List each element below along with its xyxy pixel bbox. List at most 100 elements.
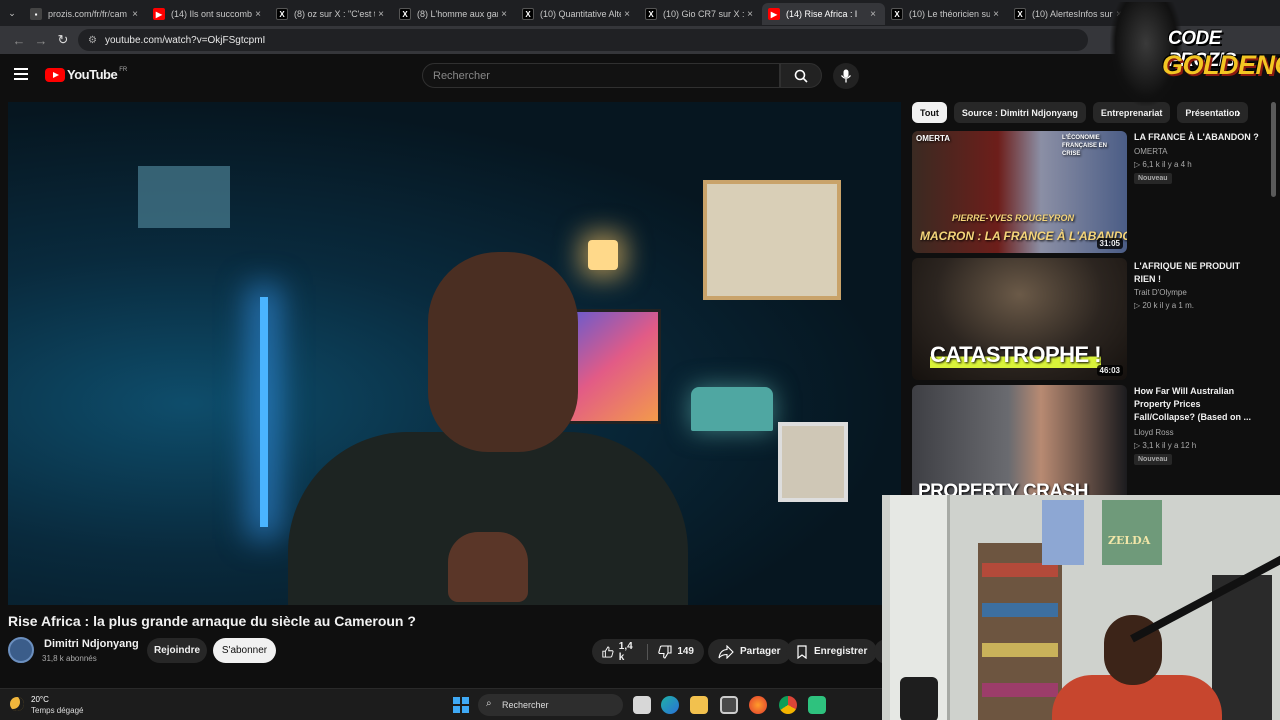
recommendation-item[interactable]: PROPERTY CRASH How Far Will Australian P… <box>912 385 1272 507</box>
close-tab-icon[interactable]: × <box>621 9 633 20</box>
browser-tab-strip: ⌄ ▪ prozis.com/fr/fr/cam × ▶ (14) Ils ont su… <box>0 0 1280 26</box>
webcam-feed: ZELDA <box>882 495 1280 720</box>
browser-tab-label: (10) Le théoricien sur <box>909 9 990 19</box>
close-tab-icon[interactable]: × <box>375 9 387 20</box>
webcam-chair <box>1212 575 1272 720</box>
recommendation-channel[interactable]: Lloyd Ross <box>1134 428 1174 437</box>
recommendation-channel[interactable]: Trait D'Olympe <box>1134 288 1187 297</box>
taskbar-search[interactable]: ⌕ Rechercher <box>478 694 623 716</box>
voice-search-button[interactable] <box>833 63 859 89</box>
address-bar[interactable]: ⚙ youtube.com/watch?v=OkjFSgtcpmI <box>78 29 1088 51</box>
channel-avatar[interactable] <box>8 637 34 663</box>
back-icon[interactable]: ← <box>8 33 30 48</box>
join-button[interactable]: Rejoindre <box>147 638 207 663</box>
video-thumbnail[interactable]: PROPERTY CRASH <box>912 385 1127 507</box>
search-input[interactable]: Rechercher <box>422 63 780 88</box>
browser-tab-label: (8) oz sur X : "C'est te <box>294 9 375 19</box>
thumbnail-text: MACRON : LA FRANCE À L'ABANDON ? <box>920 229 1127 243</box>
recommendation-meta: ▷ 3,1 k il y a 12 h <box>1134 441 1197 450</box>
recommendation-meta: ▷ 20 k il y a 1 m. <box>1134 301 1194 310</box>
windows-start-icon[interactable] <box>453 697 469 713</box>
browser-tab[interactable]: ▶ (14) Ils ont succombé × <box>147 3 270 25</box>
search-button[interactable] <box>780 63 822 88</box>
close-tab-icon[interactable]: × <box>990 9 1002 20</box>
webcam-cup <box>900 677 938 720</box>
filter-chip[interactable]: Tout <box>912 102 947 123</box>
browser-tab-label: (14) Ils ont succombé <box>171 9 252 19</box>
recommendation-meta: ▷ 6,1 k il y a 4 h <box>1134 160 1192 169</box>
browser-tab[interactable]: ▶ (14) Rise Africa : l × <box>762 3 885 25</box>
forward-icon[interactable]: → <box>30 33 52 48</box>
browser-tab-label: (14) Rise Africa : l <box>786 9 858 19</box>
close-tab-icon[interactable]: × <box>867 9 879 20</box>
logo-text: YouTube <box>67 67 118 82</box>
browser-tab[interactable]: X (10) Le théoricien sur × <box>885 3 1008 25</box>
video-frame-presenter-head <box>428 252 578 452</box>
thumbnail-text: CATASTROPHE ! <box>930 342 1102 368</box>
x-logo-icon: X <box>1014 8 1026 20</box>
taskbar-search-label: Rechercher <box>502 700 549 710</box>
browser-tab[interactable]: ▪ prozis.com/fr/fr/cam × <box>24 3 147 25</box>
save-button[interactable]: Enregistrer <box>786 639 878 664</box>
task-view-icon[interactable] <box>633 696 651 714</box>
weather-temperature[interactable]: 20°C <box>31 695 49 704</box>
close-tab-icon[interactable]: × <box>129 9 141 20</box>
browser-tab[interactable]: X (8) oz sur X : "C'est te × <box>270 3 393 25</box>
video-thumbnail[interactable]: CATASTROPHE ! 46:03 <box>912 258 1127 380</box>
app-icon[interactable] <box>808 696 826 714</box>
x-logo-icon: X <box>522 8 534 20</box>
recommendation-title[interactable]: How Far Will Australian Property Prices … <box>1134 385 1264 424</box>
browser-tab[interactable]: X (8) L'homme aux gar × <box>393 3 516 25</box>
weather-moon-icon[interactable] <box>10 697 24 711</box>
browser-tab-label: prozis.com/fr/fr/cam <box>48 9 128 19</box>
channel-name[interactable]: Dimitri Ndjonyang <box>44 638 139 650</box>
reload-icon[interactable]: ↻ <box>52 32 74 48</box>
recommendation-item[interactable]: OMERTA L'ÉCONOMIE FRANÇAISE EN CRISE PIE… <box>912 131 1272 253</box>
chrome-icon[interactable] <box>779 696 797 714</box>
edge-icon[interactable] <box>661 696 679 714</box>
tab-search-icon[interactable]: ⌄ <box>0 0 24 26</box>
recommendation-channel[interactable]: OMERTA <box>1134 147 1167 156</box>
webcam-zelda-poster: ZELDA <box>1102 500 1162 565</box>
recommendation-title[interactable]: LA FRANCE À L'ABANDON ? <box>1134 131 1264 144</box>
x-logo-icon: X <box>276 8 288 20</box>
chevron-right-icon[interactable]: › <box>1236 104 1241 120</box>
video-player[interactable] <box>8 102 901 605</box>
thumbnail-name-text: PIERRE-YVES ROUGEYRON <box>952 213 1075 223</box>
menu-icon[interactable] <box>14 68 28 80</box>
youtube-favicon-icon: ▶ <box>768 8 780 20</box>
country-code: FR <box>119 66 128 73</box>
site-favicon-icon: ▪ <box>30 8 42 20</box>
browser-tab[interactable]: X (10) Gio CR7 sur X : "I × <box>639 3 762 25</box>
recommendation-title[interactable]: L'AFRIQUE NE PRODUIT RIEN ! <box>1134 260 1264 286</box>
close-tab-icon[interactable]: × <box>498 9 510 20</box>
file-explorer-icon[interactable] <box>690 696 708 714</box>
youtube-logo[interactable]: YouTube FR <box>45 67 127 82</box>
like-count: 1,4 k <box>618 640 633 663</box>
recommendation-item[interactable]: CATASTROPHE ! 46:03 L'AFRIQUE NE PRODUIT… <box>912 258 1272 380</box>
close-tab-icon[interactable]: × <box>744 9 756 20</box>
store-icon[interactable] <box>720 696 738 714</box>
subscribe-button[interactable]: S'abonner <box>213 638 276 663</box>
sidebar-scrollbar[interactable] <box>1271 102 1276 197</box>
x-logo-icon: X <box>891 8 903 20</box>
video-frame-poster <box>703 180 841 300</box>
video-frame-led-light <box>260 297 268 527</box>
overlay-line2: GOLDENG <box>1162 50 1280 80</box>
video-frame-picture <box>778 422 848 502</box>
video-thumbnail[interactable]: OMERTA L'ÉCONOMIE FRANÇAISE EN CRISE PIE… <box>912 131 1127 253</box>
firefox-icon[interactable] <box>749 696 767 714</box>
video-frame-candle <box>588 240 618 270</box>
share-button[interactable]: Partager <box>708 639 791 664</box>
new-badge: Nouveau <box>1134 173 1172 184</box>
dislike-button[interactable]: 149 <box>648 639 704 664</box>
filter-chip[interactable]: Source : Dimitri Ndjonyang <box>953 102 1086 123</box>
browser-tab[interactable]: X (10) Quantitative Alte × <box>516 3 639 25</box>
site-info-icon[interactable]: ⚙ <box>88 35 97 46</box>
like-button[interactable]: 1,4 k <box>592 639 647 664</box>
weather-description[interactable]: Temps dégagé <box>31 706 83 715</box>
share-icon <box>718 644 734 659</box>
youtube-favicon-icon: ▶ <box>153 8 165 20</box>
close-tab-icon[interactable]: × <box>252 9 264 20</box>
windows-taskbar: 20°C Temps dégagé ⌕ Rechercher <box>0 688 882 720</box>
